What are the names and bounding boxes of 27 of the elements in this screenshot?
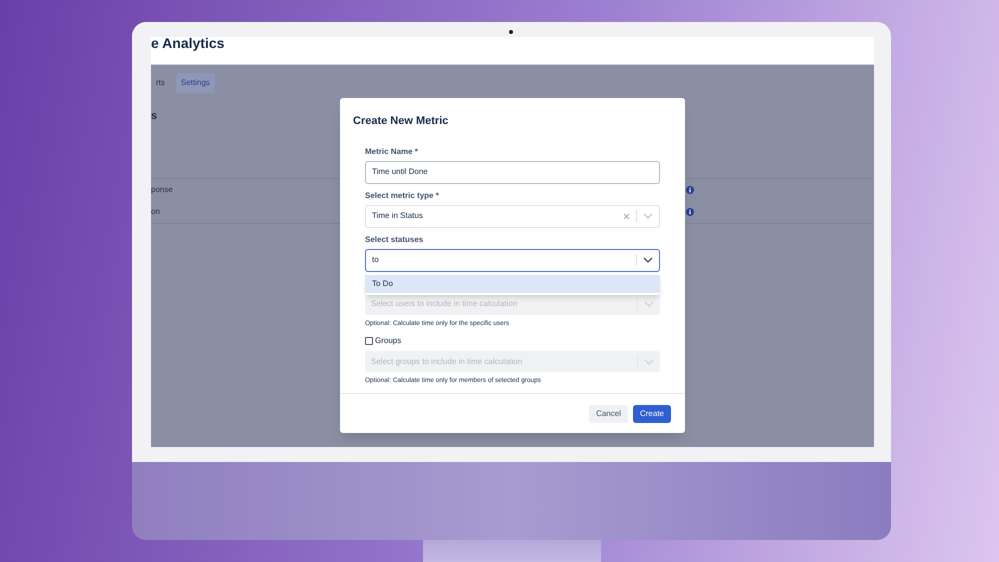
section-heading: s (151, 109, 158, 124)
chevron-down-icon (643, 257, 653, 263)
cancel-button[interactable]: Cancel (589, 404, 628, 422)
dialog-title: Create New Metric (353, 114, 450, 129)
chevron-down-icon (643, 213, 653, 219)
type-select[interactable]: Time in Status (365, 204, 660, 228)
status-combobox[interactable]: to (365, 248, 660, 272)
chevron-down-icon (644, 301, 654, 307)
metric-name-input[interactable]: Time until Done (365, 160, 660, 184)
menu-option[interactable]: To Do (365, 274, 660, 292)
app-title: e Analytics (151, 37, 224, 53)
select-placeholder: Select groups to include in time calculation (371, 356, 524, 368)
field-label: Select metric type * (365, 190, 440, 202)
field-label: Metric Name * (365, 146, 419, 158)
row-label: ponse (151, 184, 173, 196)
select-placeholder: Select users to include in time calculation (371, 298, 518, 310)
nav-tab[interactable]: rts (151, 73, 170, 93)
create-button[interactable]: Create (632, 404, 671, 422)
row-label: on (151, 206, 160, 218)
info-icon[interactable] (686, 186, 694, 194)
checkbox-label: Groups (375, 335, 402, 348)
field-label: Select statuses (365, 234, 424, 246)
chevron-down-icon (644, 358, 654, 365)
select-value: to (372, 254, 380, 266)
camera-icon (509, 30, 513, 34)
select-value: Time in Status (372, 210, 424, 222)
info-icon[interactable] (686, 208, 694, 216)
